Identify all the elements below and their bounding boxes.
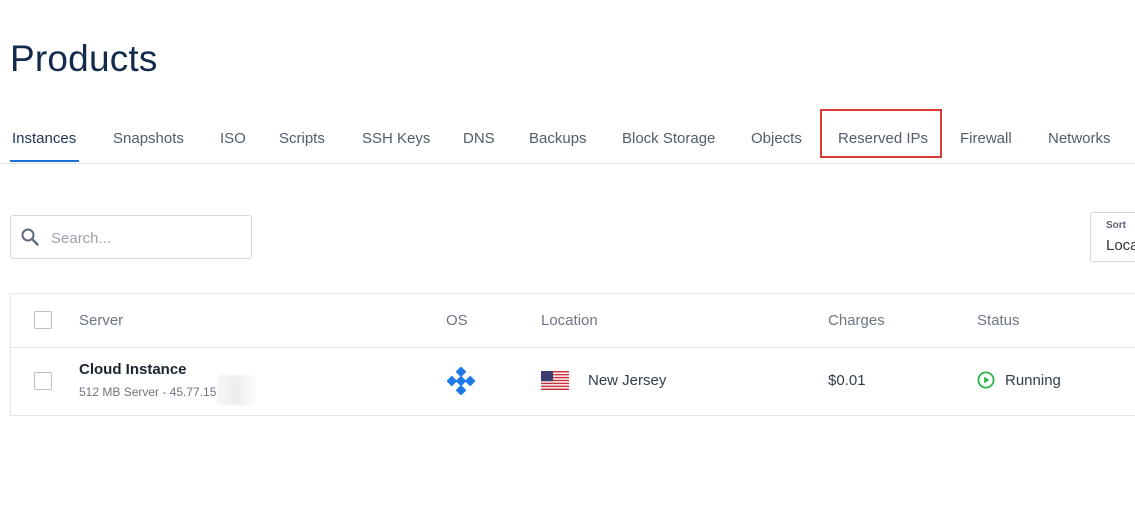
- running-icon: [977, 371, 995, 389]
- page-title: Products: [10, 38, 158, 79]
- product-tabs: Instances Snapshots ISO Scripts SSH Keys…: [0, 118, 1135, 164]
- table-row[interactable]: Cloud Instance 512 MB Server - 45.77.15 …: [11, 347, 1135, 415]
- sort-select[interactable]: Sort Loca: [1090, 212, 1135, 262]
- charges-value: $0.01: [828, 372, 866, 389]
- search-icon: [21, 228, 39, 246]
- tab-iso[interactable]: ISO: [220, 130, 246, 147]
- table-header: Server OS Location Charges Status: [11, 294, 1135, 348]
- tab-dns[interactable]: DNS: [463, 130, 495, 147]
- sort-label: Sort: [1106, 220, 1126, 231]
- column-charges[interactable]: Charges: [828, 312, 885, 329]
- search-input[interactable]: [51, 227, 241, 249]
- reserved-ips-highlight: [820, 109, 942, 158]
- server-name[interactable]: Cloud Instance: [79, 361, 187, 378]
- tab-firewall[interactable]: Firewall: [960, 130, 1012, 147]
- tab-instances[interactable]: Instances: [12, 130, 76, 147]
- row-checkbox[interactable]: [34, 372, 52, 390]
- tab-block-storage[interactable]: Block Storage: [622, 130, 715, 147]
- tab-ssh-keys[interactable]: SSH Keys: [362, 130, 430, 147]
- column-location[interactable]: Location: [541, 312, 598, 329]
- status-text: Running: [1005, 372, 1061, 389]
- column-os[interactable]: OS: [446, 312, 468, 329]
- tab-snapshots[interactable]: Snapshots: [113, 130, 184, 147]
- tab-backups[interactable]: Backups: [529, 130, 587, 147]
- sort-value: Loca: [1106, 237, 1135, 254]
- tab-scripts[interactable]: Scripts: [279, 130, 325, 147]
- instances-table: Server OS Location Charges Status Cloud …: [10, 293, 1135, 416]
- column-status[interactable]: Status: [977, 312, 1020, 329]
- us-flag-icon: [541, 371, 569, 390]
- redacted-ip-blur: [217, 375, 255, 405]
- active-tab-indicator: [10, 160, 79, 162]
- tab-objects[interactable]: Objects: [751, 130, 802, 147]
- column-server[interactable]: Server: [79, 312, 123, 329]
- search-box[interactable]: [10, 215, 252, 259]
- select-all-checkbox[interactable]: [34, 311, 52, 329]
- os-logo-icon: [447, 367, 475, 395]
- server-details: 512 MB Server - 45.77.15: [79, 385, 217, 399]
- tab-networks[interactable]: Networks: [1048, 130, 1111, 147]
- location-text: New Jersey: [588, 372, 667, 389]
